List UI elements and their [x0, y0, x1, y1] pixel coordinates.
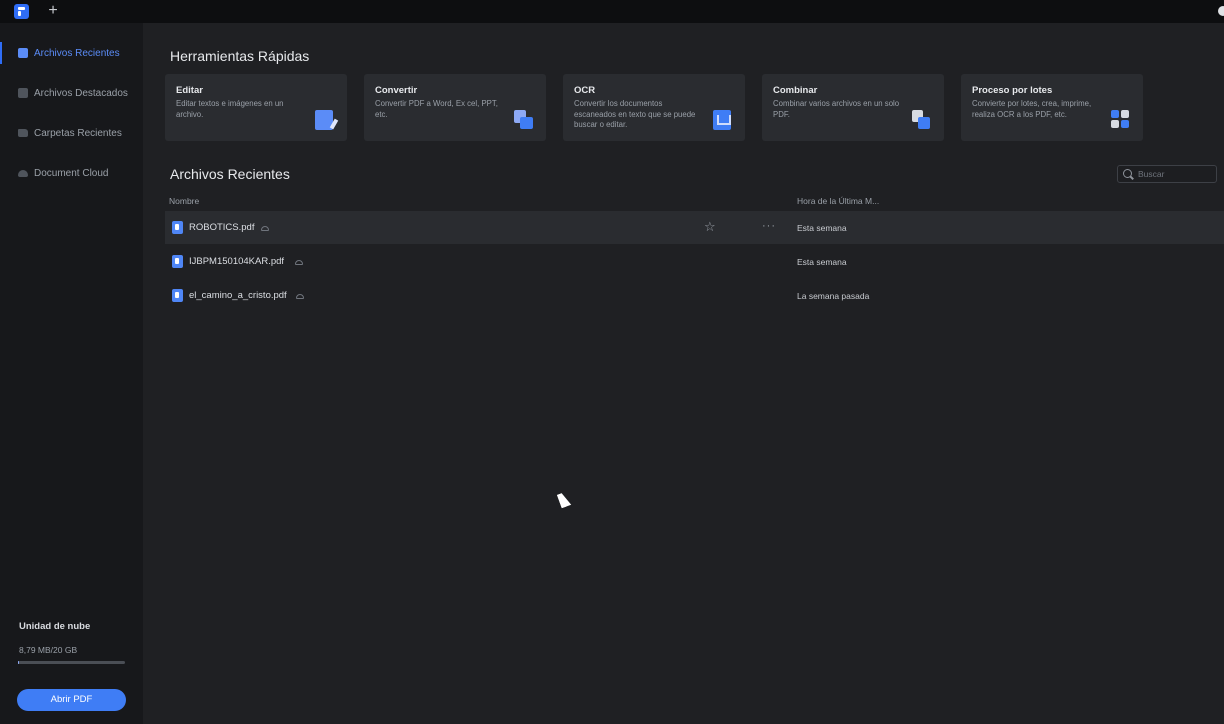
- quick-tool-batch-card[interactable]: Proceso por lotes Convierte por lotes, c…: [961, 74, 1143, 141]
- cloud-storage-title: Unidad de nube: [19, 621, 91, 632]
- folder-icon: [18, 129, 28, 137]
- column-header-modified-time[interactable]: Hora de la Última M...: [797, 196, 879, 206]
- recent-files-icon: [18, 48, 28, 58]
- quick-tool-combine-card[interactable]: Combinar Combinar varios archivos en un …: [762, 74, 944, 141]
- more-options-icon[interactable]: ···: [762, 220, 776, 232]
- sidebar-item-label: Document Cloud: [34, 167, 109, 179]
- title-bar: +: [0, 0, 1224, 23]
- sidebar-item-label: Archivos Destacados: [34, 87, 128, 99]
- quick-tool-title: Combinar: [773, 85, 818, 96]
- search-icon: [1123, 169, 1132, 178]
- sidebar-item-recent-files[interactable]: Archivos Recientes: [0, 38, 143, 68]
- app-logo-icon[interactable]: [14, 4, 29, 19]
- file-row[interactable]: ROBOTICS.pdf ☆ ··· Esta semana: [165, 211, 1224, 244]
- quick-tool-title: OCR: [574, 85, 596, 96]
- file-modified-time: La semana pasada: [797, 291, 870, 301]
- file-name: el_camino_a_cristo.pdf: [189, 290, 287, 301]
- pdf-file-icon: [172, 255, 183, 268]
- edit-icon: [315, 110, 333, 130]
- open-pdf-button[interactable]: Abrir PDF: [17, 689, 126, 711]
- sidebar: Archivos Recientes Archivos Destacados C…: [0, 23, 143, 724]
- cloud-storage-progress: [18, 661, 125, 664]
- quick-tool-description: Convierte por lotes, crea, imprime, real…: [972, 99, 1092, 119]
- profile-avatar[interactable]: [1218, 6, 1224, 16]
- starred-files-icon: [18, 88, 28, 98]
- file-modified-time: Esta semana: [797, 257, 847, 267]
- sidebar-item-label: Carpetas Recientes: [34, 127, 122, 139]
- file-name: IJBPM150104KAR.pdf: [189, 256, 285, 267]
- quick-tool-edit-card[interactable]: Editar Editar textos e imágenes en un ar…: [165, 74, 347, 141]
- file-row[interactable]: IJBPM150104KAR.pdf Esta semana: [165, 245, 1224, 278]
- search-input[interactable]: [1138, 167, 1213, 181]
- ocr-icon: [713, 110, 731, 130]
- batch-icon: [1111, 110, 1129, 130]
- sidebar-item-starred-files[interactable]: Archivos Destacados: [0, 78, 143, 108]
- quick-tool-description: Convertir los documentos escaneados en t…: [574, 99, 696, 129]
- cloud-storage-usage: 8,79 MB/20 GB: [19, 645, 78, 655]
- column-header-name[interactable]: Nombre: [169, 196, 199, 206]
- new-tab-button[interactable]: +: [44, 1, 62, 21]
- cloud-storage-progress-fill: [18, 661, 20, 664]
- file-row[interactable]: el_camino_a_cristo.pdf La semana pasada: [165, 279, 1224, 312]
- cloud-upload-icon[interactable]: [296, 294, 304, 299]
- quick-tool-title: Editar: [176, 85, 203, 96]
- combine-icon: [912, 110, 930, 130]
- quick-tool-title: Convertir: [375, 85, 418, 96]
- pdf-file-icon: [172, 221, 183, 234]
- cloud-icon: [18, 169, 28, 177]
- file-modified-time: Esta semana: [797, 223, 847, 233]
- search-box[interactable]: [1117, 165, 1217, 183]
- convert-icon: [514, 110, 533, 130]
- sidebar-item-document-cloud[interactable]: Document Cloud: [0, 158, 143, 188]
- quick-tool-description: Convertir PDF a Word, Ex cel, PPT, etc.: [375, 99, 498, 119]
- pdf-file-icon: [172, 289, 183, 302]
- sidebar-item-recent-folders[interactable]: Carpetas Recientes: [0, 118, 143, 148]
- main-panel: Herramientas Rápidas Editar Editar texto…: [143, 23, 1224, 724]
- cloud-upload-icon[interactable]: [295, 260, 303, 265]
- quick-tool-ocr-card[interactable]: OCR Convertir los documentos escaneados …: [563, 74, 745, 141]
- quick-tool-convert-card[interactable]: Convertir Convertir PDF a Word, Ex cel, …: [364, 74, 546, 141]
- quick-tool-description: Combinar varios archivos en un solo PDF.: [773, 99, 900, 119]
- sidebar-item-label: Archivos Recientes: [34, 47, 120, 59]
- star-icon[interactable]: ☆: [704, 219, 716, 235]
- cloud-upload-icon[interactable]: [261, 226, 269, 231]
- quick-tool-title: Proceso por lotes: [972, 85, 1053, 96]
- file-name: ROBOTICS.pdf: [189, 222, 255, 233]
- recent-files-title: Archivos Recientes: [170, 166, 290, 182]
- quick-tool-description: Editar textos e imágenes en un archivo.: [176, 99, 284, 119]
- quick-tools-title: Herramientas Rápidas: [170, 48, 310, 64]
